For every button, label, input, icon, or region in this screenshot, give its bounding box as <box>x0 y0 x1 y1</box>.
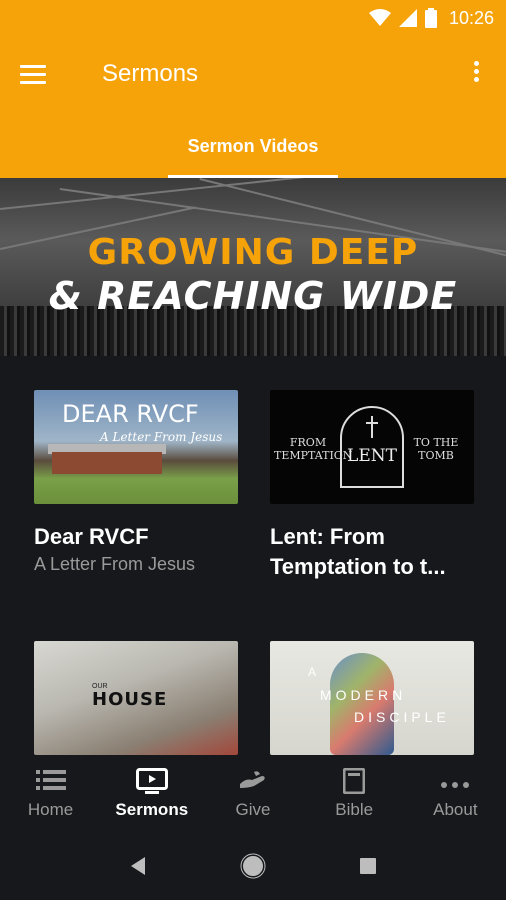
sermon-thumbnail: FROM TEMPTATION LENT TO THE TOMB <box>270 390 474 504</box>
nav-label: Sermons <box>115 800 189 819</box>
thumbnail-word-2: MODERN <box>320 687 407 703</box>
nav-label: Bible <box>335 800 374 819</box>
sermon-thumbnail: DEAR RVCF A Letter From Jesus <box>34 390 238 504</box>
home-circle-icon[interactable] <box>233 846 273 886</box>
status-time: 10:26 <box>448 7 494 28</box>
menu-icon[interactable] <box>20 60 52 92</box>
tab-sermon-videos[interactable]: Sermon Videos <box>168 124 338 178</box>
sermon-thumbnail: A MODERN DISCIPLE <box>270 641 474 755</box>
bottom-navigation: Home Sermons Give Bible About <box>0 756 506 832</box>
more-horiz-icon <box>405 768 505 796</box>
thumbnail-center-text: LENT <box>347 446 397 466</box>
nav-give[interactable]: Give <box>203 756 303 820</box>
hero-subheadline: & REACHING WIDE <box>48 274 458 318</box>
sermon-card-our-house[interactable]: OUR HOUSE <box>34 641 238 755</box>
sermon-title: Lent: From Temptation to t... <box>270 524 446 579</box>
thumbnail-left-text: FROM TEMPTATION <box>274 436 353 462</box>
thumbnail-title: DEAR RVCF <box>62 400 199 428</box>
tv-icon <box>102 768 202 796</box>
sermon-title: Dear RVCF <box>34 524 149 549</box>
thumbnail-word-3: DISCIPLE <box>354 709 450 725</box>
nav-sermons[interactable]: Sermons <box>102 756 202 820</box>
wifi-icon <box>368 9 391 26</box>
sermon-card-modern-disciple[interactable]: A MODERN DISCIPLE <box>270 641 474 755</box>
page-title: Sermons <box>102 60 199 87</box>
sermon-subtitle: A Letter From Jesus <box>34 554 196 574</box>
hand-icon <box>203 768 303 796</box>
thumbnail-right-text: TO THE TOMB <box>413 436 459 462</box>
nav-about[interactable]: About <box>405 756 505 820</box>
sermon-card-lent[interactable]: FROM TEMPTATION LENT TO THE TOMB Lent: F… <box>270 390 474 582</box>
thumbnail-title: HOUSE <box>92 689 168 710</box>
nav-home[interactable]: Home <box>1 756 101 820</box>
hero-banner[interactable]: GROWING DEEP & REACHING WIDE <box>0 178 506 356</box>
back-icon[interactable] <box>118 846 158 886</box>
hero-headline: GROWING DEEP <box>87 232 419 273</box>
system-navigation <box>0 832 506 900</box>
status-bar: 10:26 <box>0 0 506 36</box>
arch-emblem: LENT <box>340 406 404 488</box>
battery-icon <box>424 8 437 28</box>
app-bar: Sermons Sermon Videos <box>0 36 506 178</box>
sermon-card-dear-rvcf[interactable]: DEAR RVCF A Letter From Jesus Dear RVCF … <box>34 390 238 575</box>
book-icon <box>304 767 404 796</box>
thumbnail-word-1: A <box>308 665 320 679</box>
recents-icon[interactable] <box>348 846 388 886</box>
signal-icon <box>398 9 417 27</box>
nav-label: Home <box>27 800 74 819</box>
sermon-thumbnail: OUR HOUSE <box>34 641 238 755</box>
nav-label: Give <box>235 800 271 819</box>
nav-label: About <box>433 800 478 819</box>
tab-label: Sermon Videos <box>187 136 319 156</box>
more-vert-icon[interactable] <box>468 58 484 88</box>
thumbnail-figure <box>330 653 394 755</box>
cross-icon <box>366 416 378 438</box>
list-icon <box>1 768 101 796</box>
thumbnail-subtitle: A Letter From Jesus <box>100 430 223 444</box>
nav-bible[interactable]: Bible <box>304 756 404 820</box>
